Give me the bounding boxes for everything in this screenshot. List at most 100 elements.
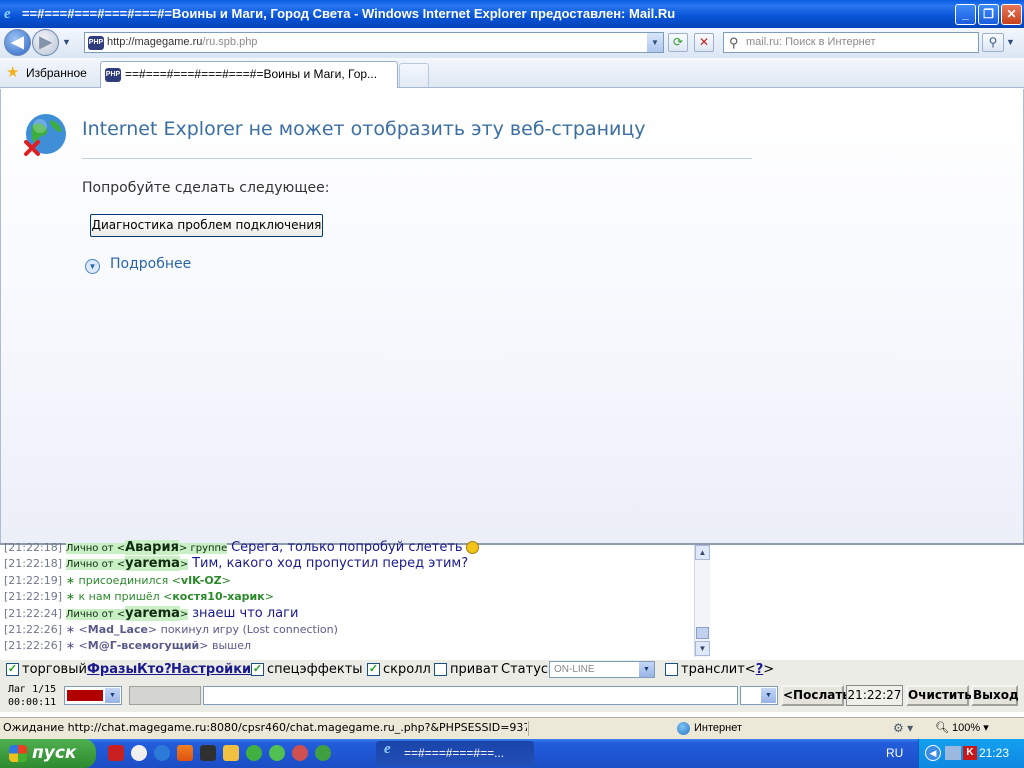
send-button[interactable]: <Послать [781,685,850,706]
message-input[interactable] [203,686,738,705]
language-indicator[interactable]: RU [886,739,903,768]
quicklaunch-icq-icon[interactable] [246,745,262,761]
minimize-button[interactable]: _ [955,4,976,25]
quicklaunch-mail-icon[interactable] [292,745,308,761]
effects-checkbox[interactable]: ✓ [251,663,264,676]
stop-button[interactable]: ✕ [694,33,714,52]
tab-magegame[interactable]: PHP ==#===#===#===#===#=Воины и Маги, Го… [100,61,398,88]
refresh-button[interactable]: ⟳ [668,33,688,52]
windows-logo-icon [9,745,27,762]
scroll-down-button[interactable]: ▼ [695,641,710,656]
search-options-dropdown[interactable]: ▼ [1006,37,1015,47]
zoom-control[interactable]: 🔍︎ 100% ▾ [935,718,989,738]
chevron-down-icon[interactable]: ▼ [85,259,100,274]
quicklaunch-terminal-icon[interactable] [200,745,216,761]
who-link[interactable]: Кто? [137,661,172,678]
close-button[interactable]: ✕ [1001,4,1022,25]
status-select[interactable]: ON-LINE ▼ [549,661,655,678]
message-text: Серега, только попробуй слететь [231,540,463,555]
system-prefix: ∗ к нам пришёл < [65,590,173,604]
sender-nick[interactable]: yarema [125,605,180,621]
user-nick[interactable]: М@Г-всемогущий [88,639,200,651]
recent-pages-dropdown[interactable]: ▼ [62,37,71,47]
message-time: [21:22:19] [4,590,62,604]
message-text: Тим, какого ход пропустил перед этим? [192,556,469,572]
status-label: Статус: [501,662,553,677]
recipient-field[interactable] [129,686,201,705]
chat-message: [21:22:26] ∗ <М@Г-всемогущий> вышел [4,637,694,651]
taskbar-ie-window-button[interactable]: e ==#===#===#==... [376,741,534,766]
protected-mode-icon[interactable]: ⚙ ▾ [893,718,913,738]
translit-label: транслит<?> [681,661,774,678]
message-time: [21:22:24] [4,606,62,620]
window-titlebar[interactable]: ==#===#===#===#===#=Воины и Маги, Город … [0,0,1024,28]
network-icon[interactable] [945,746,961,760]
quicklaunch-clock-icon[interactable] [223,745,239,761]
search-placeholder: mail.ru: Поиск в Интернет [746,36,876,48]
scroll-checkbox[interactable]: ✓ [367,663,380,676]
start-label: пуск [32,743,77,763]
settings-link[interactable]: Настройки [171,661,251,678]
sender-nick[interactable]: Авария [125,540,179,555]
user-nick[interactable]: Mad_Lace [88,623,148,636]
search-input[interactable]: ⚲ mail.ru: Поиск в Интернет [723,32,979,53]
star-icon: ★ [6,64,20,81]
quicklaunch-vlc-icon[interactable] [177,745,193,761]
scroll-thumb[interactable] [696,627,709,639]
status-text: Ожидание http://chat.magegame.ru:8080/cp… [3,721,527,734]
translit-checkbox[interactable] [665,663,678,676]
search-go-button[interactable]: ⚲ [982,33,1004,52]
try-text: Попробуйте сделать следующее: [82,180,330,196]
user-nick[interactable]: костя10-харик [172,590,264,603]
maximize-button[interactable]: ❐ [978,4,999,25]
status-divider [528,721,529,736]
antivirus-icon[interactable]: K [963,746,977,760]
php-page-icon: PHP [88,36,104,50]
diagnose-connection-button[interactable]: Диагностика проблем подключения [90,214,323,237]
quicklaunch-agent-icon[interactable] [315,745,331,761]
more-info-link[interactable]: Подробнее [110,256,191,272]
system-suffix: > [264,590,274,604]
favorites-button[interactable]: ★ Избранное [6,64,87,82]
chat-scrollbar[interactable]: ▲ ▼ [694,545,710,657]
session-time: 00:00:11 [8,697,57,708]
refresh-icon: ⟳ [672,35,684,49]
exit-button[interactable]: Выход [971,685,1019,706]
tab-title: ==#===#===#===#===#=Воины и Маги, Гор... [125,67,378,81]
back-button[interactable]: ◀ [4,29,31,56]
chevron-down-icon: ▼ [105,688,120,703]
quicklaunch-media-icon[interactable] [131,745,147,761]
translit-help-open: < [744,662,756,677]
smiles-select[interactable]: ▼ [740,686,778,705]
leave-prefix: ∗ < [65,622,88,636]
ie-logo-icon: e [384,741,391,757]
zoom-icon: 🔍︎ [935,722,949,734]
favorites-label: Избранное [26,66,87,80]
search-icon: ⚲ [988,35,998,49]
address-dropdown[interactable]: ▼ [647,33,663,52]
trade-checkbox[interactable]: ✓ [6,663,19,676]
globe-icon [677,722,690,735]
quicklaunch-ie-icon[interactable] [154,745,170,761]
text-color-select[interactable]: ▼ [64,686,122,705]
clear-button[interactable]: Очистить [906,685,972,706]
chat-message: [21:22:18] Лично от <yarema> Тим, какого… [4,555,694,572]
tray-expand-icon[interactable]: ◀ [925,745,941,761]
message-time: [21:22:26] [4,622,62,636]
phrases-link[interactable]: Фразы [87,661,137,678]
address-bar[interactable]: PHP http://magegame.ru/ru.spb.php ▼ [84,32,664,53]
leave-suffix: > вышел [199,639,252,651]
forward-button[interactable]: ▶ [32,29,59,56]
arrow-right-icon: ▶ [39,34,52,51]
sender-nick[interactable]: yarema [125,556,180,572]
user-nick[interactable]: vIK-OZ [181,574,222,587]
private-label: приват [450,662,499,677]
chat-log[interactable]: [21:22:18] Лично от <Авария> группе Сере… [4,539,694,651]
new-tab-button[interactable] [399,63,429,87]
scroll-up-button[interactable]: ▲ [695,545,710,560]
quicklaunch-app-icon[interactable] [108,745,124,761]
private-checkbox[interactable] [434,663,447,676]
quicklaunch-flower-icon[interactable] [269,745,285,761]
private-prefix: Лично от < [65,608,126,620]
taskbar-clock: 21:23 [979,746,1010,760]
